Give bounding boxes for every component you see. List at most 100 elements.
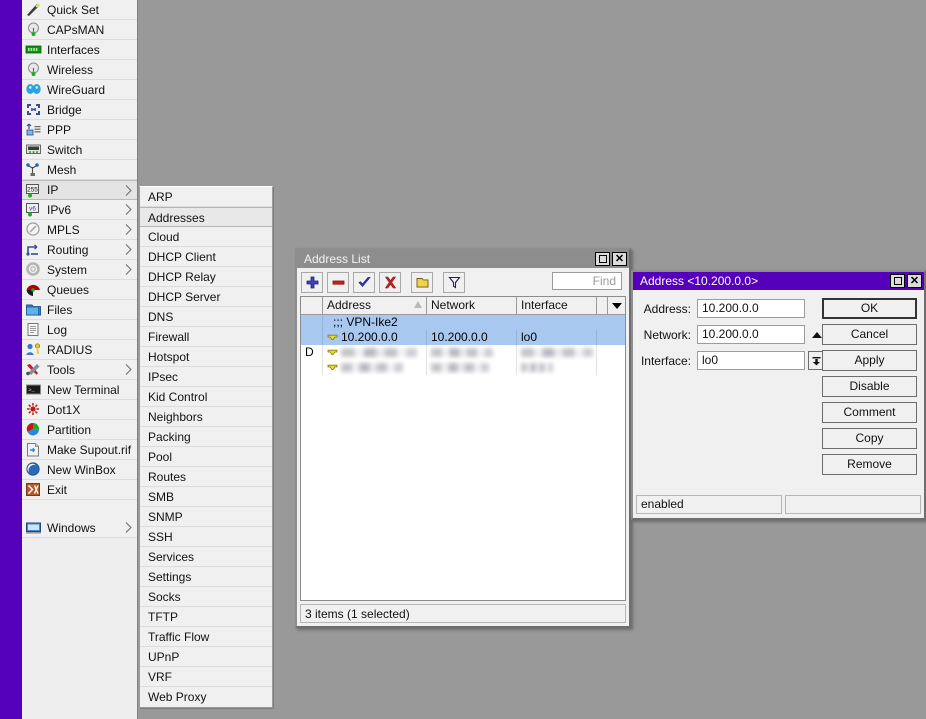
ip-submenu-item-hotspot[interactable]: Hotspot	[140, 347, 272, 367]
ip-submenu-item-addresses[interactable]: Addresses	[140, 207, 272, 227]
sidebar-item-log[interactable]: Log	[22, 320, 137, 340]
sidebar-item-quick-set[interactable]: Quick Set	[22, 0, 137, 20]
submenu-arrow-icon	[125, 364, 132, 375]
address-list-titlebar[interactable]: Address List ✕	[297, 250, 629, 268]
enable-button[interactable]	[353, 272, 375, 293]
remove-button[interactable]	[327, 272, 349, 293]
ip-submenu-item-traffic-flow[interactable]: Traffic Flow	[140, 627, 272, 647]
sidebar-item-queues[interactable]: Queues	[22, 280, 137, 300]
maximize-icon	[598, 255, 607, 263]
ip-submenu-item-firewall[interactable]: Firewall	[140, 327, 272, 347]
sidebar-item-wireless[interactable]: Wireless	[22, 60, 137, 80]
ip-submenu-item-ipsec[interactable]: IPsec	[140, 367, 272, 387]
sidebar-item-partition[interactable]: Partition	[22, 420, 137, 440]
disable-button[interactable]	[379, 272, 401, 293]
field-row-network: Network: 10.200.0.0	[633, 324, 828, 345]
sidebar-item-new-terminal[interactable]: >_ New Terminal	[22, 380, 137, 400]
address-list-status-bar: 3 items (1 selected)	[300, 604, 626, 623]
comment-button[interactable]	[411, 272, 433, 293]
ip-submenu-item-socks[interactable]: Socks	[140, 587, 272, 607]
sidebar-item-tools[interactable]: Tools	[22, 360, 137, 380]
address-dialog-title-buttons: ✕	[890, 274, 922, 288]
ip-submenu-item-web-proxy[interactable]: Web Proxy	[140, 687, 272, 707]
sidebar-item-label: Quick Set	[47, 2, 100, 17]
redacted-value	[431, 348, 493, 357]
address-table: Address Network Interface ;;; VPN-Ike2 10…	[300, 296, 626, 601]
disable-button[interactable]: Disable	[822, 376, 917, 397]
address-dialog-body: Address: 10.200.0.0 Network: 10.200.0.0 Inte…	[633, 290, 924, 518]
ip-submenu-item-snmp[interactable]: SNMP	[140, 507, 272, 527]
address-dialog-titlebar[interactable]: Address <10.200.0.0> ✕	[633, 272, 924, 290]
sidebar-item-wireguard[interactable]: WireGuard	[22, 80, 137, 100]
ip-submenu-item-arp[interactable]: ARP	[140, 187, 272, 207]
sidebar-item-ip[interactable]: 255 IP	[22, 180, 137, 200]
column-header-flag[interactable]	[301, 297, 323, 314]
sidebar-item-label: PPP	[47, 122, 72, 137]
field-input-network[interactable]: 10.200.0.0	[697, 325, 805, 344]
find-input[interactable]: Find	[552, 272, 622, 290]
sidebar-item-mpls[interactable]: MPLS	[22, 220, 137, 240]
row-network: 10.200.0.0	[427, 330, 517, 345]
ip-submenu-item-dhcp-client[interactable]: DHCP Client	[140, 247, 272, 267]
sidebar-item-system[interactable]: System	[22, 260, 137, 280]
sidebar-item-switch[interactable]: Switch	[22, 140, 137, 160]
ip-submenu-item-settings[interactable]: Settings	[140, 567, 272, 587]
table-row[interactable]: D	[301, 345, 625, 360]
table-row[interactable]: ;;; VPN-Ike2	[301, 315, 625, 330]
wireguard-icon	[26, 84, 41, 94]
partition-icon	[26, 422, 40, 436]
add-button[interactable]	[301, 272, 323, 293]
ip-submenu-item-dhcp-server[interactable]: DHCP Server	[140, 287, 272, 307]
ip-submenu-item-routes[interactable]: Routes	[140, 467, 272, 487]
close-button[interactable]: ✕	[612, 252, 627, 266]
sidebar-item-files[interactable]: Files	[22, 300, 137, 320]
column-chooser-button[interactable]	[607, 297, 625, 314]
column-header-address[interactable]: Address	[323, 297, 427, 314]
ip-submenu-item-dhcp-relay[interactable]: DHCP Relay	[140, 267, 272, 287]
sidebar-item-interfaces[interactable]: Interfaces	[22, 40, 137, 60]
ip-submenu-item-packing[interactable]: Packing	[140, 427, 272, 447]
ip-submenu-item-vrf[interactable]: VRF	[140, 667, 272, 687]
ip-submenu-item-pool[interactable]: Pool	[140, 447, 272, 467]
sidebar-item-new-winbox[interactable]: New WinBox	[22, 460, 137, 480]
sidebar-item-label: System	[47, 262, 88, 277]
copy-button[interactable]: Copy	[822, 428, 917, 449]
sidebar-item-make-supout-rif[interactable]: Make Supout.rif	[22, 440, 137, 460]
sidebar-item-capsman[interactable]: CAPsMAN	[22, 20, 137, 40]
sidebar-item-dot1x[interactable]: Dot1X	[22, 400, 137, 420]
column-header-extra[interactable]	[597, 297, 625, 314]
ip-submenu-item-kid-control[interactable]: Kid Control	[140, 387, 272, 407]
comment-button[interactable]: Comment	[822, 402, 917, 423]
maximize-button[interactable]	[890, 274, 905, 288]
cancel-button[interactable]: Cancel	[822, 324, 917, 345]
ip-submenu-item-services[interactable]: Services	[140, 547, 272, 567]
column-header-interface[interactable]: Interface	[517, 297, 597, 314]
ok-button[interactable]: OK	[822, 298, 917, 319]
ip-submenu-item-cloud[interactable]: Cloud	[140, 227, 272, 247]
remove-button[interactable]: Remove	[822, 454, 917, 475]
field-input-interface[interactable]: lo0	[697, 351, 805, 370]
sidebar-item-ppp[interactable]: PPP	[22, 120, 137, 140]
sidebar-item-radius[interactable]: RADIUS	[22, 340, 137, 360]
sidebar-item-routing[interactable]: Routing	[22, 240, 137, 260]
sidebar-item-exit[interactable]: Exit	[22, 480, 137, 500]
ip-submenu-item-ssh[interactable]: SSH	[140, 527, 272, 547]
ip-submenu-item-neighbors[interactable]: Neighbors	[140, 407, 272, 427]
ip-submenu-item-dns[interactable]: DNS	[140, 307, 272, 327]
table-row[interactable]: 10.200.0.0 10.200.0.0 lo0	[301, 330, 625, 345]
address-bullet-icon	[327, 364, 338, 370]
close-button[interactable]: ✕	[907, 274, 922, 288]
field-input-address[interactable]: 10.200.0.0	[697, 299, 805, 318]
sidebar-item-ipv6[interactable]: v6 IPv6	[22, 200, 137, 220]
maximize-button[interactable]	[595, 252, 610, 266]
sidebar-item-windows[interactable]: Windows	[22, 518, 137, 538]
column-header-network[interactable]: Network	[427, 297, 517, 314]
sidebar-item-mesh[interactable]: Mesh	[22, 160, 137, 180]
table-row[interactable]	[301, 360, 625, 375]
ip-submenu-item-tftp[interactable]: TFTP	[140, 607, 272, 627]
ip-submenu-item-smb[interactable]: SMB	[140, 487, 272, 507]
apply-button[interactable]: Apply	[822, 350, 917, 371]
filter-button[interactable]	[443, 272, 465, 293]
ip-submenu-item-upnp[interactable]: UPnP	[140, 647, 272, 667]
sidebar-item-bridge[interactable]: Bridge	[22, 100, 137, 120]
